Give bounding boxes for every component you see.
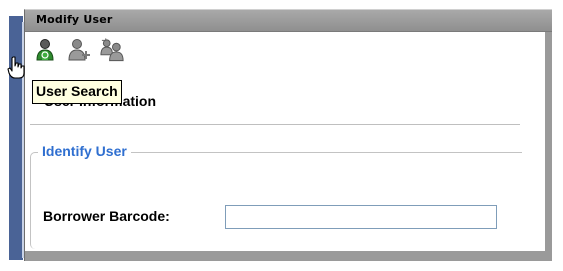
identify-user-group xyxy=(30,152,522,249)
users-group-icon xyxy=(100,37,124,61)
user-search-icon xyxy=(35,38,54,60)
window-bottom-shadow xyxy=(25,251,552,261)
user-toolbar xyxy=(31,37,126,63)
user-search-tooltip: User Search xyxy=(32,80,122,104)
window-title: Modify User xyxy=(36,13,113,26)
left-edge-strip xyxy=(9,16,23,260)
identify-user-legend: Identify User xyxy=(38,143,131,159)
section-divider xyxy=(30,124,520,125)
user-add-icon xyxy=(67,38,90,60)
add-user-button[interactable] xyxy=(65,37,92,62)
user-group-button[interactable] xyxy=(99,37,126,62)
window-titlebar: Modify User xyxy=(25,10,552,32)
hand-cursor-icon xyxy=(7,56,25,79)
borrower-barcode-input[interactable] xyxy=(225,205,497,229)
borrower-barcode-label: Borrower Barcode: xyxy=(43,208,170,224)
user-search-button[interactable] xyxy=(31,37,58,62)
window-right-shadow xyxy=(545,32,552,261)
